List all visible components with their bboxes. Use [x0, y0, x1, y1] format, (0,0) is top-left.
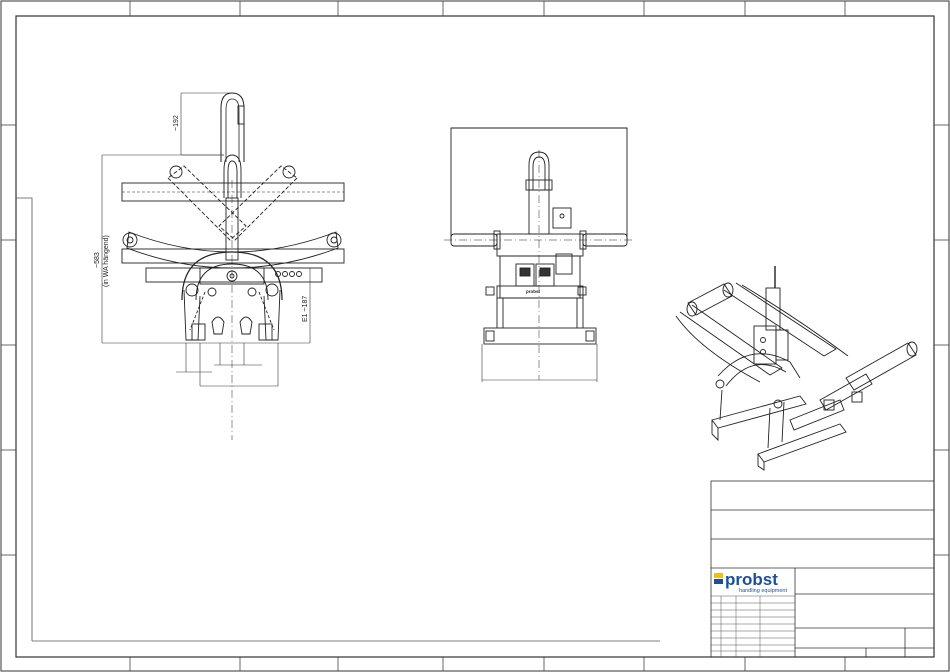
revision-table: [711, 595, 795, 657]
sheet-border: [0, 0, 950, 672]
side-view: [444, 127, 634, 380]
logo-blue-bar: [714, 579, 723, 584]
isometric-view: [675, 266, 918, 471]
logo-tagline: handling equipment: [739, 588, 787, 594]
zone-ticks: [1, 1, 949, 671]
border-offset-lines: [16, 197, 660, 642]
dimension-top-height: ~192: [173, 115, 180, 131]
front-view: [121, 92, 345, 440]
logo-text: probst: [725, 570, 778, 589]
dimension-right-height: E1 ~187: [302, 296, 309, 322]
probst-logo: probst handling equipment: [714, 570, 787, 594]
technical-drawing-sheet: ~192 ~583 (in WA hängend) E1 ~187 probst…: [0, 0, 950, 672]
side-view-dimensions: [481, 344, 598, 382]
dimension-overall-height-note: (in WA hängend): [103, 235, 110, 287]
dimension-overall-height: ~583: [94, 252, 101, 268]
title-block: [710, 480, 935, 658]
side-view-brand-label: probst: [526, 289, 541, 294]
front-view-dimensions: [101, 92, 322, 387]
logo-yellow-bar: [714, 573, 723, 578]
